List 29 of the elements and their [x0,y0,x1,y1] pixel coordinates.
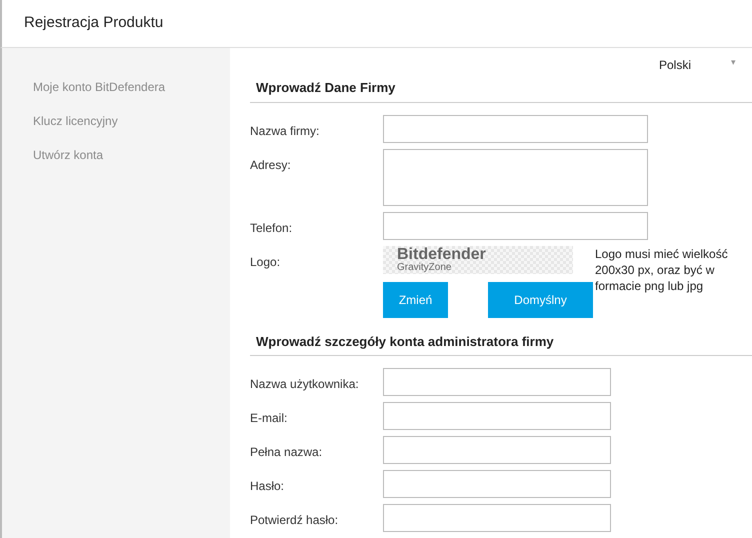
change-button[interactable]: Zmień [383,282,448,318]
language-select[interactable]: Polski ▾ [658,56,736,78]
sidebar-item[interactable]: Klucz licencyjny [33,114,118,128]
input-field[interactable] [383,436,611,464]
input-field[interactable] [383,368,611,396]
field-label: Pełna nazwa: [250,445,322,459]
field-label: Hasło: [250,479,284,493]
input-field[interactable] [383,114,648,142]
input-field[interactable] [383,212,648,240]
address-field[interactable] [383,148,648,206]
field-label: Nazwa firmy: [250,124,320,138]
sidebar-item[interactable]: Moje konto BitDefendera [33,80,166,94]
default-button[interactable]: Domyślny [488,282,593,318]
logo-title: Bitdefender [397,246,487,262]
field-label: Adresy: [250,158,291,172]
field-label: Telefon: [250,220,292,234]
input-field[interactable] [383,504,611,532]
field-label: Potwierdź hasło: [250,513,338,527]
field-label: Logo: [250,254,280,268]
field-label: E-mail: [250,411,288,425]
input-field[interactable] [383,470,611,498]
section-heading: Wprowadź Dane Firmy [250,78,752,102]
hint-text: Logo musi mieć wielkość 200x30 px, oraz być w formacie png lub jpg [595,246,729,295]
input-field[interactable] [383,402,611,430]
logo-subtitle: GravityZone [397,262,452,272]
sidebar-item[interactable]: Utwórz konta [33,148,104,162]
caret-icon: ▾ [731,56,736,78]
section-heading: Wprowadź szczegóły konta administratora firmy [250,332,752,356]
field-label: Nazwa użytkownika: [250,377,359,391]
